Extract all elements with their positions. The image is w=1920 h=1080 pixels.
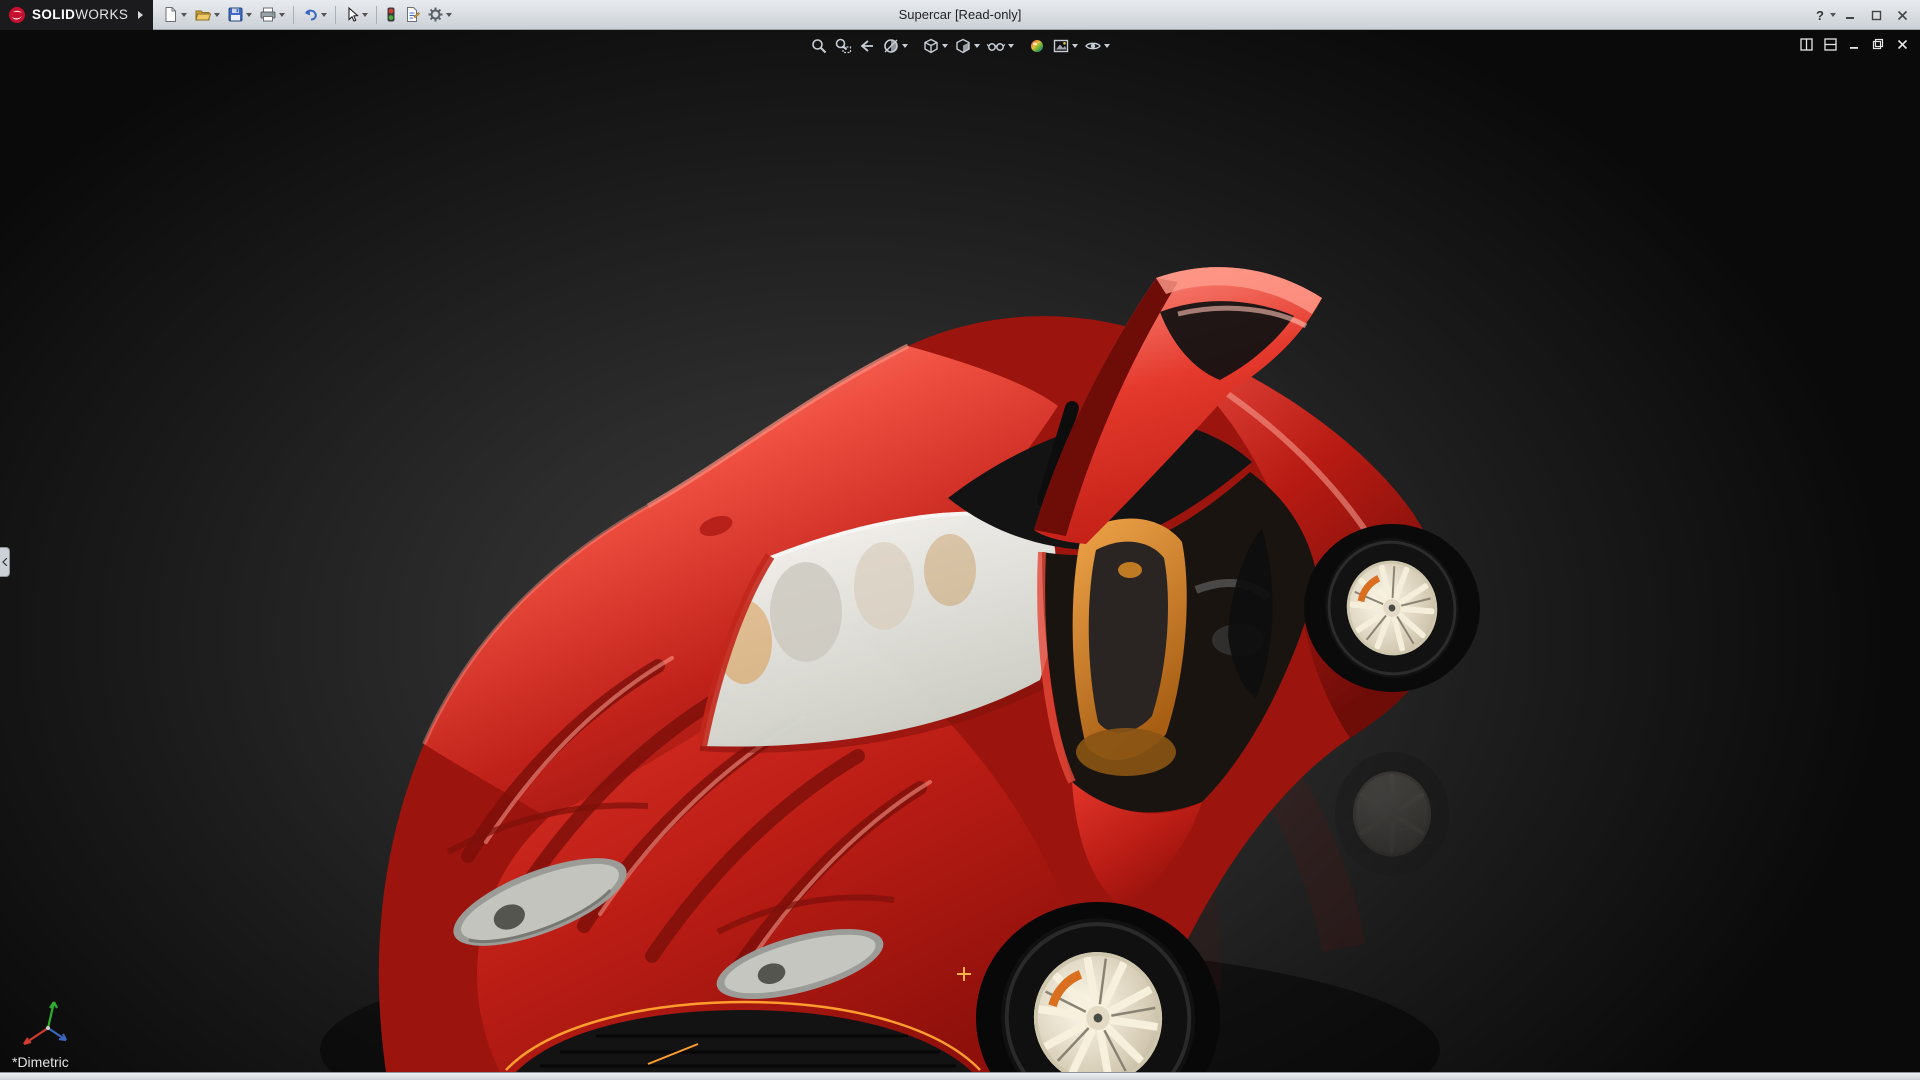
print-icon (259, 6, 277, 23)
expand-panel-arrow-icon (2, 558, 8, 566)
open-icon (194, 6, 212, 23)
minimize-icon (1845, 10, 1855, 20)
help-button[interactable]: ? (1812, 4, 1836, 26)
save-dropdown-caret[interactable] (246, 13, 252, 17)
save-button[interactable] (224, 3, 255, 27)
view-orientation-button[interactable] (920, 34, 950, 58)
apply-scene-caret[interactable] (1072, 44, 1078, 48)
open-dropdown-caret[interactable] (214, 13, 220, 17)
view-settings-caret[interactable] (1104, 44, 1110, 48)
feature-manager-collapsed-tab[interactable] (0, 547, 10, 577)
section-view-button[interactable] (880, 34, 910, 58)
rebuild-icon (385, 6, 397, 23)
minimize-button[interactable] (1838, 4, 1862, 26)
view-orientation-label: *Dimetric (12, 1054, 69, 1070)
view-orientation-icon (922, 37, 940, 55)
previous-view-button[interactable] (856, 34, 878, 58)
toolbar-separator (293, 6, 294, 24)
zoom-to-fit-button[interactable] (808, 34, 830, 58)
title-bar: SOLIDWORKS (0, 0, 1920, 30)
tile-panes-icon (1800, 38, 1813, 51)
options-icon (427, 6, 444, 23)
doc-restore-button[interactable] (1868, 34, 1888, 54)
options-dropdown-caret[interactable] (446, 13, 452, 17)
maximize-icon (1871, 10, 1882, 21)
window-controls: ? (1812, 0, 1914, 30)
maximize-button[interactable] (1864, 4, 1888, 26)
undo-icon (302, 6, 319, 23)
zoom-to-area-button[interactable] (832, 34, 854, 58)
edit-appearance-button[interactable] (1026, 34, 1048, 58)
select-dropdown-caret[interactable] (362, 13, 368, 17)
brand-name: SOLIDWORKS (32, 7, 128, 22)
display-style-icon (954, 37, 972, 55)
hide-show-items-caret[interactable] (1008, 44, 1014, 48)
new-document-icon (162, 6, 179, 23)
display-style-button[interactable] (952, 34, 982, 58)
solidworks-brand: SOLIDWORKS (0, 0, 153, 30)
heads-up-view-toolbar (808, 34, 1112, 58)
doc-close-icon (1897, 39, 1908, 50)
help-icon: ? (1812, 6, 1828, 25)
close-button[interactable] (1890, 4, 1914, 26)
toolbar-separator (335, 6, 336, 24)
select-icon (344, 6, 360, 23)
dassault-systemes-logo-icon (8, 6, 26, 24)
print-dropdown-caret[interactable] (279, 13, 285, 17)
previous-view-icon (858, 37, 876, 55)
edit-appearance-icon (1028, 37, 1046, 55)
open-button[interactable] (191, 3, 223, 27)
graphics-viewport[interactable]: *Dimetric (0, 30, 1920, 1072)
new-dropdown-caret[interactable] (181, 13, 187, 17)
apply-scene-button[interactable] (1050, 34, 1080, 58)
document-window-controls (1796, 34, 1912, 54)
file-properties-icon (404, 6, 420, 23)
select-button[interactable] (341, 3, 371, 27)
display-style-caret[interactable] (974, 44, 980, 48)
file-properties-button[interactable] (401, 3, 423, 27)
undo-button[interactable] (299, 3, 330, 27)
rebuild-button[interactable] (382, 3, 400, 27)
new-document-button[interactable] (159, 3, 190, 27)
section-view-icon (882, 37, 900, 55)
hide-show-items-button[interactable] (984, 34, 1016, 58)
print-button[interactable] (256, 3, 288, 27)
car-model-render[interactable] (0, 30, 1920, 1072)
view-settings-icon (1084, 37, 1102, 55)
menu-expand-arrow-icon[interactable] (138, 11, 143, 19)
reference-triad (16, 992, 80, 1050)
zoom-to-area-icon (834, 37, 852, 55)
car-rear-wheel[interactable] (1304, 524, 1480, 692)
zoom-to-fit-icon (810, 37, 828, 55)
status-bar (0, 1072, 1920, 1080)
doc-restore-icon (1872, 38, 1884, 50)
section-view-caret[interactable] (902, 44, 908, 48)
doc-close-button[interactable] (1892, 34, 1912, 54)
close-icon (1897, 10, 1908, 21)
view-settings-button[interactable] (1082, 34, 1112, 58)
pane-layout-button[interactable] (1820, 34, 1840, 54)
doc-minimize-icon (1849, 39, 1860, 50)
help-dropdown-caret (1830, 13, 1836, 17)
pane-layout-icon (1824, 38, 1837, 51)
main-toolbar (159, 3, 455, 27)
toolbar-separator (376, 6, 377, 24)
doc-minimize-button[interactable] (1844, 34, 1864, 54)
options-button[interactable] (424, 3, 455, 27)
apply-scene-icon (1052, 37, 1070, 55)
window-title: Supercar [Read-only] (899, 7, 1022, 22)
save-icon (227, 6, 244, 23)
undo-dropdown-caret[interactable] (321, 13, 327, 17)
tile-panes-button[interactable] (1796, 34, 1816, 54)
view-orientation-caret[interactable] (942, 44, 948, 48)
hide-show-items-icon (986, 37, 1006, 55)
